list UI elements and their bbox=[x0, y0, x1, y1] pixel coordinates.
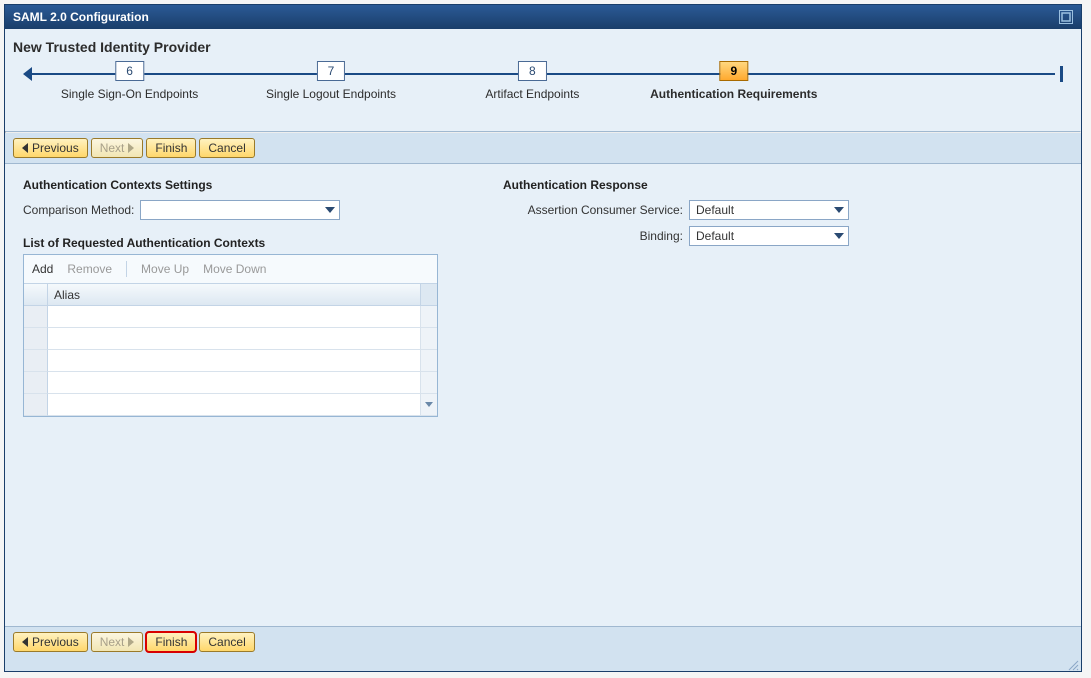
titlebar: SAML 2.0 Configuration bbox=[5, 5, 1081, 29]
add-button[interactable]: Add bbox=[32, 262, 53, 276]
row-handle[interactable] bbox=[24, 350, 48, 372]
movedown-button[interactable]: Move Down bbox=[203, 262, 266, 276]
auth-context-settings-title: Authentication Contexts Settings bbox=[23, 178, 463, 192]
roadmap-step-7[interactable]: 7 Single Logout Endpoints bbox=[266, 61, 396, 101]
resize-handle[interactable] bbox=[5, 657, 1081, 671]
acs-row: Assertion Consumer Service: Default bbox=[503, 200, 1063, 220]
roadmap-step-box: 9 bbox=[719, 61, 748, 81]
roadmap: 6 Single Sign-On Endpoints 7 Single Logout … bbox=[13, 61, 1073, 121]
window-title: SAML 2.0 Configuration bbox=[13, 10, 149, 24]
roadmap-step-9[interactable]: 9 Authentication Requirements bbox=[650, 61, 817, 101]
requested-contexts-title: List of Requested Authentication Context… bbox=[23, 236, 463, 250]
content-area: Authentication Contexts Settings Compari… bbox=[5, 164, 1081, 626]
table-cell[interactable] bbox=[48, 328, 421, 350]
remove-button[interactable]: Remove bbox=[67, 262, 112, 276]
contexts-table: Add Remove Move Up Move Down Alias bbox=[23, 254, 438, 417]
previous-label: Previous bbox=[32, 141, 79, 155]
toolbar-separator bbox=[126, 261, 127, 277]
binding-value: Default bbox=[696, 229, 734, 243]
row-handle[interactable] bbox=[24, 328, 48, 350]
triangle-left-icon bbox=[22, 143, 28, 153]
triangle-left-icon bbox=[22, 637, 28, 647]
next-button-bottom[interactable]: Next bbox=[91, 632, 144, 652]
left-column: Authentication Contexts Settings Compari… bbox=[23, 178, 463, 417]
roadmap-end-icon bbox=[1060, 66, 1063, 82]
table-cell[interactable] bbox=[48, 394, 421, 416]
finish-label: Finish bbox=[155, 635, 187, 649]
roadmap-step-8[interactable]: 8 Artifact Endpoints bbox=[485, 61, 579, 101]
previous-button-bottom[interactable]: Previous bbox=[13, 632, 88, 652]
button-bar-top: Previous Next Finish Cancel bbox=[5, 133, 1081, 164]
resize-grip-icon bbox=[1067, 659, 1079, 671]
binding-label: Binding: bbox=[503, 229, 683, 243]
cancel-label: Cancel bbox=[208, 635, 245, 649]
previous-button[interactable]: Previous bbox=[13, 138, 88, 158]
alias-column-header[interactable]: Alias bbox=[48, 284, 421, 306]
scrollbar-track[interactable] bbox=[421, 394, 437, 416]
cancel-label: Cancel bbox=[208, 141, 245, 155]
acs-dropdown[interactable]: Default bbox=[689, 200, 849, 220]
row-handle[interactable] bbox=[24, 306, 48, 328]
roadmap-step-6[interactable]: 6 Single Sign-On Endpoints bbox=[61, 61, 198, 101]
cancel-button-bottom[interactable]: Cancel bbox=[199, 632, 254, 652]
acs-label: Assertion Consumer Service: bbox=[503, 203, 683, 217]
next-button[interactable]: Next bbox=[91, 138, 144, 158]
roadmap-step-label: Single Logout Endpoints bbox=[266, 87, 396, 101]
table-toolbar: Add Remove Move Up Move Down bbox=[24, 255, 437, 284]
scrollbar-track[interactable] bbox=[421, 372, 437, 394]
table-cell[interactable] bbox=[48, 350, 421, 372]
scrollbar-track[interactable] bbox=[421, 306, 437, 328]
auth-response-title: Authentication Response bbox=[503, 178, 1063, 192]
comparison-method-label: Comparison Method: bbox=[23, 203, 134, 217]
roadmap-step-label: Authentication Requirements bbox=[650, 87, 817, 101]
row-selector-header[interactable] bbox=[24, 284, 48, 306]
table-grid: Alias bbox=[24, 284, 437, 416]
roadmap-step-box: 7 bbox=[317, 61, 346, 81]
cancel-button[interactable]: Cancel bbox=[199, 138, 254, 158]
table-cell[interactable] bbox=[48, 372, 421, 394]
page-title: New Trusted Identity Provider bbox=[5, 29, 1081, 61]
config-window: SAML 2.0 Configuration New Trusted Ident… bbox=[4, 4, 1082, 672]
row-handle[interactable] bbox=[24, 394, 48, 416]
roadmap-step-label: Single Sign-On Endpoints bbox=[61, 87, 198, 101]
scrollbar-track[interactable] bbox=[421, 328, 437, 350]
button-bar-bottom: Previous Next Finish Cancel bbox=[5, 626, 1081, 657]
binding-dropdown[interactable]: Default bbox=[689, 226, 849, 246]
chevron-down-icon bbox=[834, 233, 844, 239]
triangle-right-icon bbox=[128, 637, 134, 647]
finish-label: Finish bbox=[155, 141, 187, 155]
chevron-down-icon bbox=[325, 207, 335, 213]
previous-label: Previous bbox=[32, 635, 79, 649]
finish-button[interactable]: Finish bbox=[146, 138, 196, 158]
chevron-down-icon bbox=[834, 207, 844, 213]
binding-row: Binding: Default bbox=[503, 226, 1063, 246]
comparison-method-dropdown[interactable] bbox=[140, 200, 340, 220]
next-label: Next bbox=[100, 635, 125, 649]
row-handle[interactable] bbox=[24, 372, 48, 394]
comparison-method-row: Comparison Method: bbox=[23, 200, 463, 220]
roadmap-step-box: 6 bbox=[115, 61, 144, 81]
scrollbar-header bbox=[421, 284, 437, 306]
scrollbar-track[interactable] bbox=[421, 350, 437, 372]
roadmap-step-box: 8 bbox=[518, 61, 547, 81]
scroll-down-icon bbox=[425, 402, 433, 407]
roadmap-step-label: Artifact Endpoints bbox=[485, 87, 579, 101]
table-cell[interactable] bbox=[48, 306, 421, 328]
finish-button-bottom[interactable]: Finish bbox=[146, 632, 196, 652]
maximize-icon[interactable] bbox=[1059, 10, 1073, 24]
moveup-button[interactable]: Move Up bbox=[141, 262, 189, 276]
triangle-right-icon bbox=[128, 143, 134, 153]
right-column: Authentication Response Assertion Consum… bbox=[503, 178, 1063, 252]
next-label: Next bbox=[100, 141, 125, 155]
acs-value: Default bbox=[696, 203, 734, 217]
